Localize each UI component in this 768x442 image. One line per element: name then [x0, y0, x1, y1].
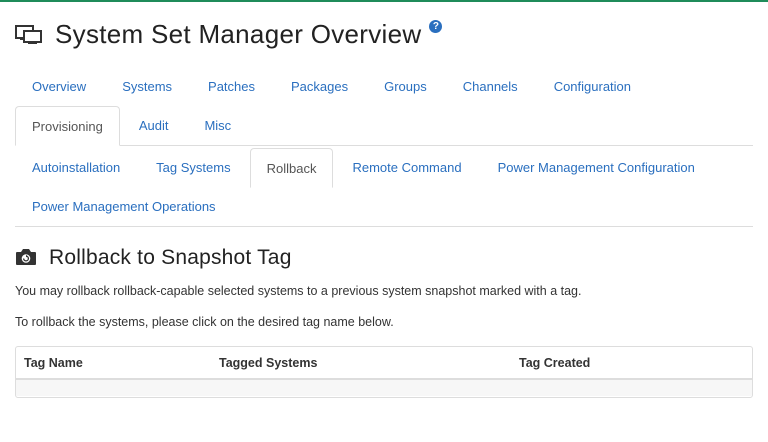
page-title: System Set Manager Overview	[55, 18, 422, 49]
tab-autoinstallation[interactable]: Autoinstallation	[15, 148, 137, 187]
tab-overview[interactable]: Overview	[15, 67, 103, 106]
tab-power-management-operations[interactable]: Power Management Operations	[15, 187, 233, 226]
table-header-row: Tag Name Tagged Systems Tag Created	[16, 347, 752, 380]
column-header-tag-created[interactable]: Tag Created	[519, 356, 590, 370]
tab-audit[interactable]: Audit	[122, 106, 186, 145]
section-title: Rollback to Snapshot Tag	[15, 246, 292, 270]
help-icon[interactable]: ?	[429, 19, 443, 33]
tab-channels[interactable]: Channels	[446, 67, 535, 106]
tab-remote-command[interactable]: Remote Command	[335, 148, 478, 187]
sub-tabs: Autoinstallation Tag Systems Rollback Re…	[15, 148, 753, 227]
tab-tag-systems[interactable]: Tag Systems	[139, 148, 247, 187]
tab-patches[interactable]: Patches	[191, 67, 272, 106]
tab-configuration[interactable]: Configuration	[537, 67, 648, 106]
tab-provisioning[interactable]: Provisioning	[15, 106, 120, 146]
monitor-icon	[15, 22, 43, 46]
tab-power-management-configuration[interactable]: Power Management Configuration	[481, 148, 712, 187]
tab-rollback[interactable]: Rollback	[249, 148, 334, 188]
tab-misc[interactable]: Misc	[187, 106, 248, 145]
table-body-empty	[16, 380, 752, 396]
tab-groups[interactable]: Groups	[367, 67, 444, 106]
tags-table: Tag Name Tagged Systems Tag Created	[15, 346, 753, 398]
page-header: System Set Manager Overview ?	[15, 14, 443, 54]
section-description: You may rollback rollback-capable select…	[15, 284, 582, 298]
camera-icon	[15, 247, 37, 267]
tab-packages[interactable]: Packages	[274, 67, 365, 106]
column-header-tag-name[interactable]: Tag Name	[16, 356, 219, 370]
section-heading: Rollback to Snapshot Tag	[49, 246, 292, 269]
section-instruction: To rollback the systems, please click on…	[15, 315, 394, 329]
column-header-tagged-systems[interactable]: Tagged Systems	[219, 356, 519, 370]
main-tabs: Overview Systems Patches Packages Groups…	[15, 67, 753, 146]
tab-systems[interactable]: Systems	[105, 67, 189, 106]
top-accent-bar	[0, 0, 768, 2]
